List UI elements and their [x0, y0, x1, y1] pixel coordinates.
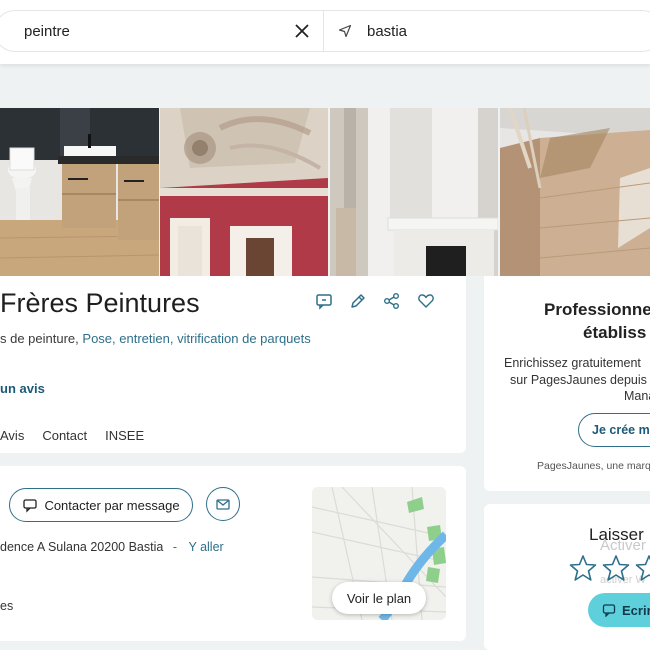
pencil-icon[interactable]: [348, 291, 368, 311]
create-page-button[interactable]: Je crée mo: [578, 413, 650, 447]
heart-icon[interactable]: [416, 291, 436, 311]
rating-stars: [568, 553, 650, 583]
photo-bathroom[interactable]: [0, 108, 159, 276]
search-where-field[interactable]: bastia: [323, 10, 650, 52]
directions-link[interactable]: Y aller: [188, 540, 223, 554]
contact-message-label: Contacter par message: [44, 497, 180, 513]
more-info-text: es: [0, 599, 14, 613]
chat-icon[interactable]: [314, 291, 334, 311]
address-separator: -: [172, 540, 177, 554]
tab-insee[interactable]: INSEE: [105, 428, 144, 443]
listing-header-card: Frères Peintures s de peinture, Pose, en…: [0, 276, 466, 453]
mini-map[interactable]: Voir le plan: [312, 487, 446, 620]
message-icon: [23, 499, 38, 513]
review-card: Activer activer W Laisser Ecrir: [484, 504, 650, 650]
pro-text-line2: sur PagesJaunes depuis: [510, 373, 647, 387]
write-review-label: Ecrir: [622, 602, 650, 618]
address-line: dence A Sulana 20200 Bastia - Y aller: [0, 540, 224, 554]
tab-contact[interactable]: Contact: [42, 428, 87, 443]
share-icon[interactable]: [382, 291, 402, 311]
search-bar: peintre bastia: [0, 0, 650, 64]
star-icon[interactable]: [601, 553, 631, 583]
business-categories: s de peinture, Pose, entretien, vitrific…: [0, 331, 311, 346]
email-button[interactable]: [206, 487, 240, 521]
pro-text-line1: Enrichissez gratuitement: [504, 356, 641, 370]
tab-avis[interactable]: Avis: [0, 428, 24, 443]
photo-fireplace[interactable]: [330, 108, 498, 276]
photo-gallery: [0, 108, 650, 276]
pro-footer-text: PagesJaunes, une marqu: [537, 460, 650, 472]
category-text: s de peinture,: [0, 331, 79, 346]
pro-promo-card: Professionne établiss Enrichissez gratui…: [484, 276, 650, 491]
pro-title-line1: Professionne: [544, 300, 650, 319]
pro-text-line3: Mana: [624, 389, 650, 403]
write-review-button[interactable]: Ecrir: [588, 593, 650, 627]
contact-card: Contacter par message dence A Sulana 202…: [0, 466, 466, 641]
close-icon[interactable]: [293, 22, 311, 40]
photo-ceiling[interactable]: [160, 108, 328, 276]
view-map-button[interactable]: Voir le plan: [332, 582, 426, 614]
search-where-input[interactable]: bastia: [367, 23, 407, 40]
star-icon[interactable]: [568, 553, 598, 583]
location-arrow-icon: [338, 24, 352, 38]
category-link[interactable]: Pose, entretien, vitrification de parque…: [82, 331, 310, 346]
review-link[interactable]: un avis: [0, 381, 45, 396]
address-text: dence A Sulana 20200 Bastia: [0, 540, 164, 554]
section-tabs: Avis Contact INSEE: [0, 428, 162, 443]
contact-message-button[interactable]: Contacter par message: [9, 488, 193, 522]
business-title: Frères Peintures: [0, 288, 200, 318]
envelope-icon: [216, 499, 230, 510]
photo-floor[interactable]: [500, 108, 650, 276]
review-title: Laisser: [589, 525, 644, 544]
search-what-input[interactable]: peintre: [24, 23, 70, 40]
comment-icon: [602, 604, 616, 617]
pro-title-line2: établiss: [583, 323, 647, 342]
search-what-field[interactable]: peintre: [0, 10, 324, 52]
star-icon[interactable]: [634, 553, 650, 583]
